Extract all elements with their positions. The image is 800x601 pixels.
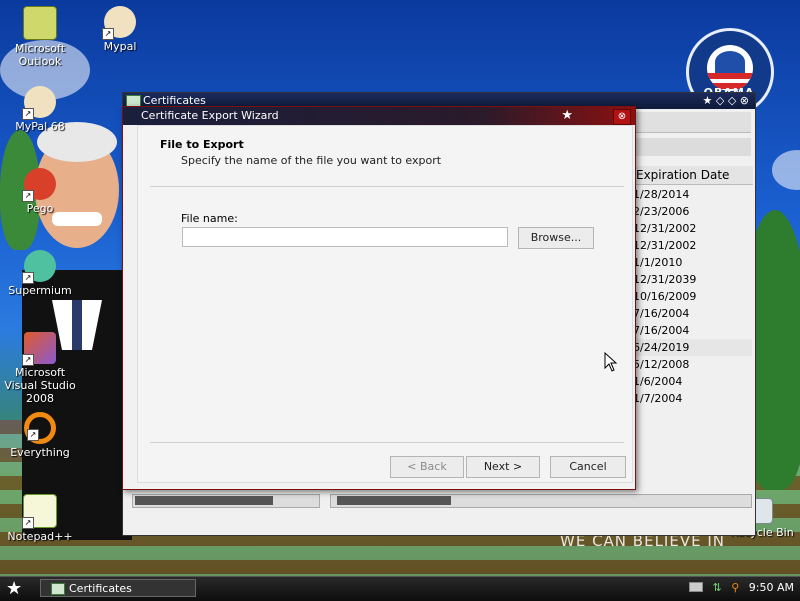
system-tray: ⇅ ⚲ 9:50 AM [683,580,794,594]
search-icon[interactable]: ⚲ [731,581,739,594]
star-icon[interactable]: ★ [702,94,712,107]
list-item[interactable]: 1/7/2004 [632,390,752,407]
toolbar-area [634,112,751,133]
window-controls: ★ ◇ ◇ ⊗ [702,93,749,109]
back-button[interactable]: < Back [390,456,464,478]
list-item[interactable]: 12/31/2002 [632,220,752,237]
list-item[interactable]: 2/23/2006 [632,203,752,220]
divider [150,442,624,443]
keyboard-icon[interactable] [689,582,703,592]
certificate-export-wizard: Certificate Export Wizard ★ ⊗ File to Ex… [122,106,636,490]
desktop-icon-notepadpp[interactable]: ↗ Notepad++ [0,494,80,543]
list-item[interactable]: 1/28/2014 [632,186,752,203]
page-subheading: Specify the name of the file you want to… [181,154,442,167]
right-pane-scrollbar[interactable] [330,494,752,508]
pego-icon: ↗ [22,168,56,202]
cloud-decoration [772,150,800,190]
left-pane-scrollbar[interactable] [132,494,320,508]
divider [150,186,624,187]
desktop-icon-label: Microsoft Outlook [14,42,66,68]
wizard-titlebar[interactable]: Certificate Export Wizard ★ ⊗ [123,107,635,125]
desktop-icon-label: Everything [10,446,70,459]
notepadpp-icon: ↗ [22,494,57,529]
desktop-icon-visual-studio[interactable]: ↗ Microsoft Visual Studio 2008 [0,332,80,405]
microsoft-outlook-icon [23,6,57,40]
maximize-icon[interactable]: ◇ [728,94,736,107]
list-item[interactable]: 7/16/2004 [632,322,752,339]
taskbar: ★ Certificates ⇅ ⚲ 9:50 AM [0,576,800,601]
minimize-icon[interactable]: ◇ [716,94,724,107]
cancel-button[interactable]: Cancel [550,456,626,478]
list-item[interactable]: 7/16/2004 [632,305,752,322]
list-item[interactable]: 12/31/2002 [632,237,752,254]
panel-header [634,138,751,156]
visual-studio-icon: ↗ [22,332,56,366]
mypal-icon: ↗ [102,6,136,40]
desktop-icon-pego[interactable]: ↗ Pego [0,168,80,215]
desktop-icon-label: Pego [26,202,54,215]
file-name-input[interactable] [182,227,508,247]
desktop-icon-label: Supermium [8,284,72,297]
list-item[interactable]: 5/12/2008 [632,356,752,373]
next-button[interactable]: Next > [466,456,540,478]
list-item-selected[interactable]: 6/24/2019 [632,339,752,356]
scrollbar-thumb[interactable] [337,496,451,505]
list-item[interactable]: 1/6/2004 [632,373,752,390]
desktop-icon-mypal[interactable]: ↗ Mypal [80,6,160,53]
browse-button[interactable]: Browse... [518,227,594,249]
desktop-icon-supermium[interactable]: ↗ Supermium [0,250,80,297]
mouse-cursor-icon [604,352,618,372]
file-name-label: File name: [181,212,238,225]
wizard-title: Certificate Export Wizard [141,109,279,122]
scrollbar-thumb[interactable] [135,496,273,505]
taskbar-item-certificates[interactable]: Certificates [40,579,196,597]
mypal68-icon: ↗ [22,86,56,120]
desktop-icon-label: Microsoft Visual Studio 2008 [4,366,76,405]
desktop-icon-label: Mypal [103,40,137,53]
list-item[interactable]: 10/16/2009 [632,288,752,305]
column-header-expiration[interactable]: Expiration Date [634,166,753,185]
expiration-date-list: 1/28/2014 2/23/2006 12/31/2002 12/31/200… [632,186,752,407]
taskbar-item-label: Certificates [69,582,132,595]
desktop-icon-label: MyPal 68 [15,120,65,133]
page-heading: File to Export [160,138,244,151]
desktop-icon-mypal68[interactable]: ↗ MyPal 68 [0,86,80,133]
list-item[interactable]: 1/1/2010 [632,254,752,271]
close-icon[interactable]: ⊗ [740,94,749,107]
wizard-page: File to Export Specify the name of the f… [137,125,633,483]
star-icon[interactable]: ★ [561,107,573,125]
certificate-icon [51,583,65,595]
supermium-icon: ↗ [22,250,56,284]
network-icon[interactable]: ⇅ [713,581,722,594]
desktop-icon-label: Notepad++ [7,530,73,543]
close-button[interactable]: ⊗ [613,109,631,125]
clock[interactable]: 9:50 AM [749,581,794,594]
desktop-icon-outlook[interactable]: Microsoft Outlook [0,6,80,68]
start-button[interactable]: ★ [6,578,22,600]
desktop-icon-everything[interactable]: ↗ Everything [0,412,80,459]
list-item[interactable]: 12/31/2039 [632,271,752,288]
everything-icon: ↗ [24,412,56,444]
